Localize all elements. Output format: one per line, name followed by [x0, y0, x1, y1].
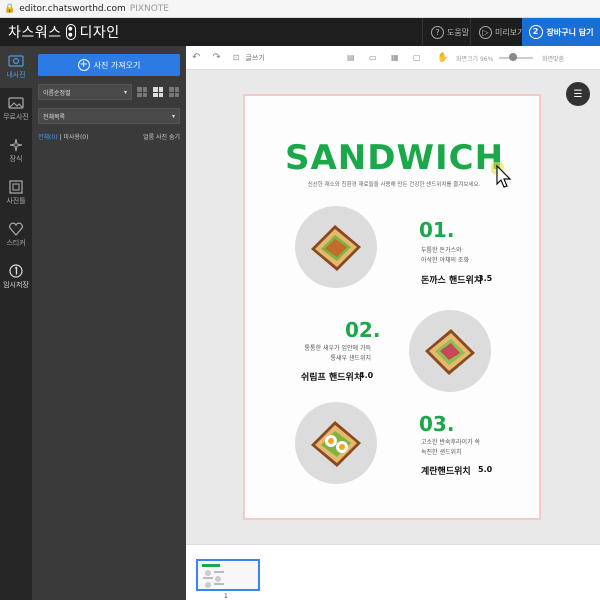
- tool-rail: 내사진 무료사진 장식 사진틀 스티커 임시저장: [0, 46, 32, 600]
- sandwich-image-1[interactable]: [295, 206, 377, 288]
- play-icon: ▷: [479, 25, 492, 39]
- rail-label: 장식: [9, 155, 23, 163]
- item-desc-2[interactable]: 통통한 새우가 입안에 가득 통새우 샌드위치: [299, 344, 371, 364]
- plus-icon: +: [77, 59, 90, 71]
- photo-panel: + 사진 가져오기 이름순정렬 ▾ 전체목록 ▾ 전체(0) | 미사용(0) …: [32, 46, 186, 600]
- item-number-2[interactable]: 02.: [345, 318, 380, 342]
- brand-right: 디자인: [79, 25, 120, 41]
- item-price-3[interactable]: 5.0: [478, 465, 492, 474]
- help-label: 도움말: [447, 27, 470, 37]
- rail-label: 내사진: [6, 71, 26, 79]
- item-desc-3[interactable]: 고소한 반숙후라이가 쏙 녹진한 샌드위치: [421, 438, 480, 458]
- rail-my-photos[interactable]: 내사진: [0, 46, 32, 88]
- sandwich-icon: [311, 225, 361, 271]
- rail-temp-save[interactable]: 임시저장: [0, 256, 32, 298]
- page-icon[interactable]: ▤: [347, 53, 355, 62]
- text-tool-icon[interactable]: ⊡: [233, 53, 240, 62]
- design-title[interactable]: SANDWICH: [285, 138, 503, 178]
- rail-label: 스티커: [6, 239, 26, 247]
- sandwich-icon: [425, 329, 475, 375]
- sandwich-image-2[interactable]: [409, 310, 491, 392]
- url-host: editor.chatsworthd.com: [19, 3, 126, 14]
- rail-free-photos[interactable]: 무료사진: [0, 88, 32, 130]
- item-name-1[interactable]: 돈까스 핸드위치: [421, 273, 482, 286]
- heart-icon: [9, 222, 23, 236]
- import-photos-button[interactable]: + 사진 가져오기: [38, 54, 180, 76]
- rail-label: 임시저장: [3, 281, 29, 289]
- brand-logo: 차스워스 ● ● 디자인: [0, 22, 120, 42]
- sandwich-icon: [311, 421, 361, 467]
- pill-icon: ● ●: [65, 24, 76, 40]
- text-tool-label[interactable]: 글쓰기: [245, 53, 264, 63]
- design-page[interactable]: SANDWICH 신선한 재소와 친환경 재료들을 사용해 만든 건강한 샌드위…: [243, 94, 541, 520]
- thumbnail-preview: [202, 564, 224, 588]
- filter-unused[interactable]: | 미사용(0): [59, 134, 88, 141]
- item-number-3[interactable]: 03.: [419, 412, 454, 436]
- frame-icon: [9, 180, 23, 194]
- item-name-3[interactable]: 계란핸드위치: [421, 464, 471, 477]
- grid-view-icon[interactable]: [152, 86, 164, 98]
- item-price-2[interactable]: 4.0: [359, 371, 373, 380]
- sparkle-icon: [9, 138, 23, 152]
- app-header: 차스워스 ● ● 디자인 ? 도움말 ▷ 미리보기 2 장바구니 담기: [0, 18, 600, 46]
- sort-label: 이름순정렬: [43, 89, 71, 97]
- chevron-down-icon: ▾: [123, 88, 127, 96]
- large-view-icon[interactable]: [168, 86, 180, 98]
- frame-tool-icon[interactable]: ▢: [413, 53, 421, 62]
- import-label: 사진 가져오기: [93, 60, 141, 70]
- item-desc-1[interactable]: 두툼한 돈가스와 아삭한 야채의 조화: [421, 246, 469, 266]
- list-view-icon[interactable]: [136, 86, 148, 98]
- fit-screen-button[interactable]: 화면맞춤: [542, 54, 564, 63]
- folder-select[interactable]: 전체목록 ▾: [38, 108, 180, 124]
- rail-decoration[interactable]: 장식: [0, 130, 32, 172]
- list-menu-icon[interactable]: ☰: [566, 82, 590, 106]
- item-number-1[interactable]: 01.: [419, 218, 454, 242]
- brand-left: 차스워스: [8, 25, 62, 41]
- layout-icon[interactable]: ▭: [369, 53, 377, 62]
- sandwich-image-3[interactable]: [295, 402, 377, 484]
- page-thumbnail-strip: 1: [186, 544, 600, 600]
- add-to-cart-button[interactable]: 2 장바구니 담기: [522, 18, 600, 46]
- cart-label: 장바구니 담기: [546, 27, 594, 37]
- hide-used-toggle[interactable]: 얼룸 사진 숨기: [143, 132, 180, 141]
- design-subtitle[interactable]: 신선한 재소와 친환경 재료들을 사용해 만든 건강한 샌드위치를 즐겨보세요.: [265, 180, 523, 188]
- page-thumbnail[interactable]: [196, 559, 260, 591]
- redo-icon[interactable]: ↷: [212, 52, 220, 63]
- preview-label: 미리보기: [495, 27, 525, 37]
- photo-icon: [8, 55, 24, 67]
- editor-toolbar: ↶ ↷ ⊡ 글쓰기 ▤ ▭ ▦ ▢ ✋ 화면크기 96% 화면맞춤: [186, 46, 600, 70]
- url-app: PIXNOTE: [129, 3, 169, 14]
- zoom-slider-handle[interactable]: [509, 53, 517, 61]
- chevron-down-icon: ▾: [171, 112, 175, 120]
- undo-icon[interactable]: ↶: [192, 52, 200, 63]
- item-name-2[interactable]: 쉬림프 핸드위치: [301, 370, 362, 383]
- item-price-1[interactable]: 3.5: [478, 274, 492, 283]
- rail-label: 사진틀: [6, 197, 26, 205]
- rail-frames[interactable]: 사진틀: [0, 172, 32, 214]
- number-one-icon: [9, 264, 23, 278]
- canvas-area: ☰ SANDWICH 신선한 재소와 친환경 재료들을 사용해 만든 건강한 샌…: [186, 70, 600, 544]
- lock-icon: 🔒: [4, 3, 16, 14]
- question-icon: ?: [431, 25, 444, 39]
- step-badge: 2: [528, 25, 543, 39]
- page-number: 1: [224, 593, 228, 600]
- address-bar[interactable]: 🔒 editor.chatsworthd.com PIXNOTE: [0, 0, 600, 18]
- help-button[interactable]: ? 도움말: [422, 18, 477, 46]
- hand-icon[interactable]: ✋: [437, 53, 448, 63]
- sort-select[interactable]: 이름순정렬 ▾: [38, 84, 132, 100]
- grid-icon[interactable]: ▦: [391, 53, 399, 62]
- rail-stickers[interactable]: 스티커: [0, 214, 32, 256]
- filter-all[interactable]: 전체(0): [38, 134, 58, 141]
- zoom-label: 화면크기 96%: [456, 56, 494, 63]
- folder-label: 전체목록: [43, 113, 66, 121]
- image-icon: [8, 97, 24, 109]
- rail-label: 무료사진: [3, 113, 29, 121]
